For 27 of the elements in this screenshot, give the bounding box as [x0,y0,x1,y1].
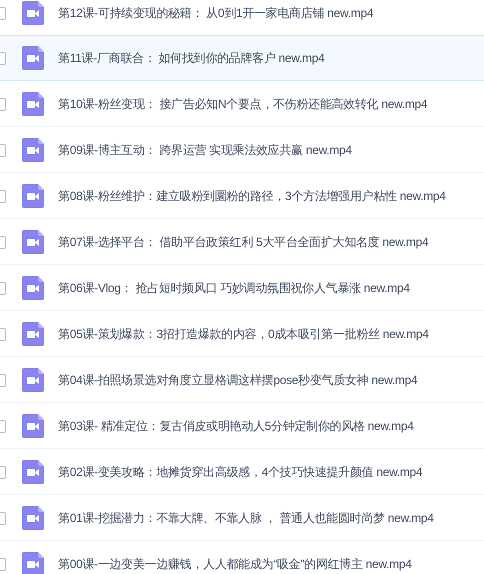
video-file-icon [22,138,44,162]
file-name: 第12课-可持续变现的秘籍： 从0到1开一家电商店铺 new.mp4 [58,4,374,22]
video-file-icon [22,414,44,438]
file-name: 第00课-一边变美一边赚钱，人人都能成为“吸金”的网红博主 new.mp4 [58,556,412,572]
video-file-icon [22,552,44,574]
video-file-icon [22,322,44,346]
video-file-icon [22,460,44,484]
video-file-icon [22,46,44,70]
video-file-icon [22,184,44,208]
video-file-icon [22,1,44,25]
video-file-icon [22,276,44,300]
file-name: 第11课-厂商联合： 如何找到你的品牌客户 new.mp4 [58,50,324,66]
file-name: 第04课-拍照场景选对角度立显格调这样摆pose秒变气质女神 new.mp4 [58,372,418,388]
file-name: 第09课-博主互动： 跨界运营 实现乘法效应共赢 new.mp4 [58,142,352,158]
file-name: 第08课-粉丝维护：建立吸粉到圜粉的路径，3个方法增强用户粘性 new.mp4 [58,188,446,204]
file-name: 第02课-变美攻略：地摊货穿出高级感，4个技巧快速提升颜值 new.mp4 [58,464,422,480]
video-file-icon [22,230,44,254]
file-name: 第10课-粉丝变现： 接广告必知N个要点，不伤粉还能高效转化 new.mp4 [58,96,428,112]
file-name: 第07课-选择平台： 借助平台政策红利 5大平台全面扩大知名度 new.mp4 [58,234,428,250]
file-name: 第06课-Vlog： 抢占短时频风口 巧妙调动氛围祝你人气暴涨 new.mp4 [58,280,410,296]
file-name: 第03课- 精准定位：复古俏皮或明艳动人5分钟定制你的风格 new.mp4 [58,418,414,434]
video-file-icon [22,368,44,392]
video-file-icon [22,506,44,530]
file-row[interactable]: 第11课-厂商联合： 如何找到你的品牌客户 new.mp4 [0,35,484,81]
file-name: 第01课-挖掘潜力：不靠大牌、不靠人脉 ， 普通人也能圆时尚梦 new.mp4 [58,510,434,526]
file-name: 第05课-策划爆款：3招打造爆款的内容，0成本吸引第一批粉丝 new.mp4 [58,326,429,342]
video-file-icon [22,92,44,116]
